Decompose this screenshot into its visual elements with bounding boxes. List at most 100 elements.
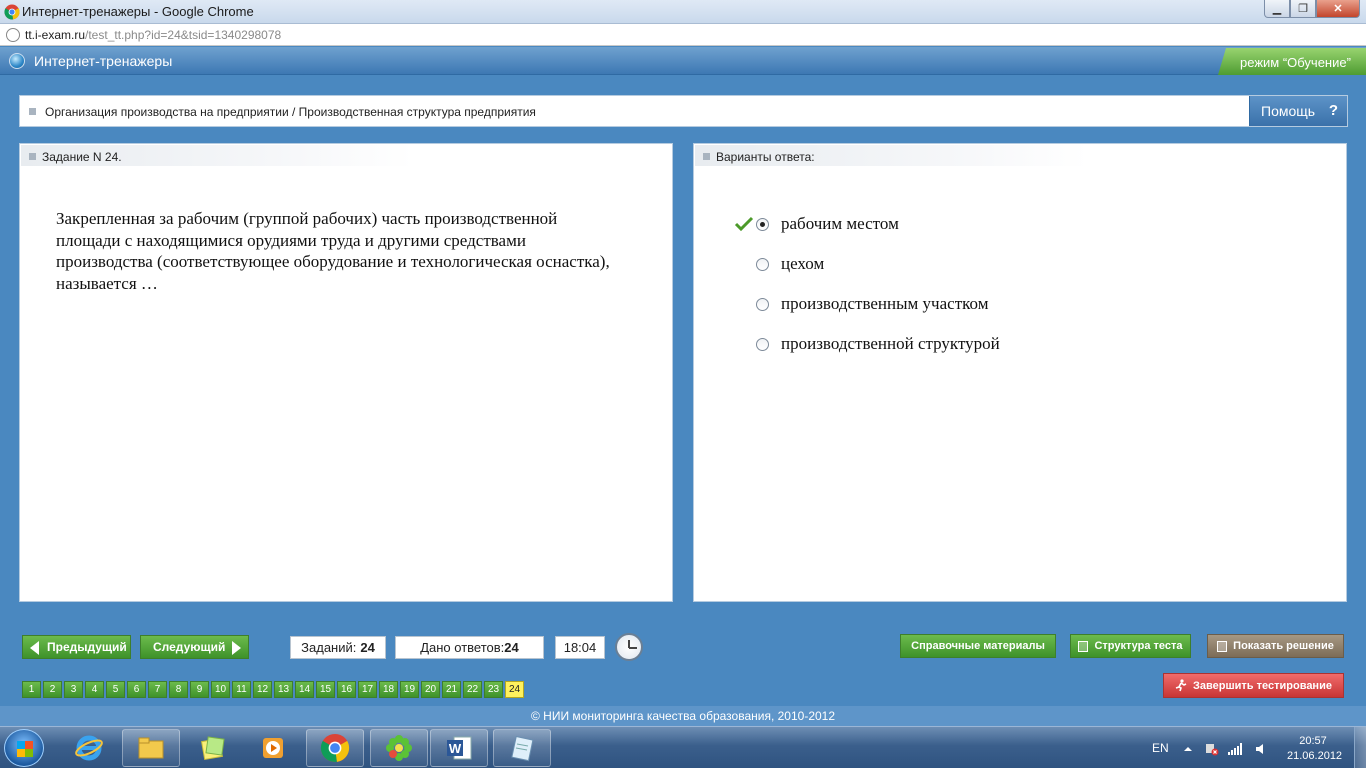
page-button[interactable]: 11 bbox=[232, 681, 251, 698]
page-button[interactable]: 19 bbox=[400, 681, 419, 698]
reference-label: Справочные материалы bbox=[911, 640, 1045, 652]
word-icon[interactable]: W bbox=[430, 729, 488, 767]
task-header: Задание N 24. bbox=[21, 145, 414, 166]
bullet-icon bbox=[29, 153, 36, 160]
page-button[interactable]: 9 bbox=[190, 681, 209, 698]
radio-button[interactable] bbox=[756, 337, 769, 351]
page-button[interactable]: 12 bbox=[253, 681, 272, 698]
reference-materials-button[interactable]: Справочные материалы bbox=[900, 634, 1056, 658]
minimize-button[interactable]: ▁ bbox=[1264, 0, 1290, 18]
help-label: Помощь bbox=[1261, 103, 1316, 119]
previous-button[interactable]: Предыдущий bbox=[22, 635, 131, 659]
icq-icon[interactable] bbox=[370, 729, 428, 767]
close-button[interactable]: ✕ bbox=[1316, 0, 1360, 18]
page-button[interactable]: 23 bbox=[484, 681, 503, 698]
footer-copyright: © НИИ мониторинга качества образования, … bbox=[0, 706, 1366, 726]
file-explorer-icon[interactable] bbox=[122, 729, 180, 767]
show-hidden-icons-icon[interactable] bbox=[1182, 742, 1194, 754]
language-indicator[interactable]: EN bbox=[1152, 741, 1169, 755]
bullet-icon bbox=[703, 153, 710, 160]
page-button[interactable]: 15 bbox=[316, 681, 335, 698]
notepad-icon[interactable] bbox=[493, 729, 551, 767]
volume-icon[interactable] bbox=[1255, 742, 1267, 754]
network-warning-icon[interactable] bbox=[1205, 742, 1219, 756]
page-button[interactable]: 10 bbox=[211, 681, 230, 698]
answer-label: цехом bbox=[781, 254, 825, 273]
page-button[interactable]: 14 bbox=[295, 681, 314, 698]
answer-label: производственной структурой bbox=[781, 334, 1000, 353]
page-button[interactable]: 17 bbox=[358, 681, 377, 698]
window-title: Интернет-тренажеры - Google Chrome bbox=[22, 4, 254, 19]
structure-label: Структура теста bbox=[1094, 640, 1183, 652]
answer-label: рабочим местом bbox=[781, 214, 899, 233]
page-button[interactable]: 5 bbox=[106, 681, 125, 698]
answer-option[interactable]: цехом bbox=[734, 244, 1000, 284]
answers-header-text: Варианты ответа: bbox=[716, 150, 815, 164]
arrow-right-icon bbox=[232, 641, 241, 655]
radio-button[interactable] bbox=[756, 217, 769, 231]
window-controls: ▁ ❐ ✕ bbox=[1264, 0, 1360, 18]
page-button[interactable]: 3 bbox=[64, 681, 83, 698]
page-button-current[interactable]: 24 bbox=[505, 681, 524, 698]
answers-panel: Варианты ответа: рабочим местом цехом пр… bbox=[693, 143, 1347, 602]
answer-option[interactable]: рабочим местом bbox=[734, 204, 1000, 244]
list-icon bbox=[1078, 640, 1089, 652]
radio-button[interactable] bbox=[756, 297, 769, 311]
answer-option[interactable]: производственной структурой bbox=[734, 324, 1000, 364]
help-button[interactable]: Помощь ? bbox=[1249, 96, 1347, 126]
tasks-label: Заданий: bbox=[301, 640, 357, 655]
page-button[interactable]: 4 bbox=[85, 681, 104, 698]
given-label: Дано ответов: bbox=[420, 640, 505, 655]
answers-given-count: Дано ответов: 24 bbox=[395, 636, 544, 659]
page-button[interactable]: 22 bbox=[463, 681, 482, 698]
book-icon bbox=[1217, 640, 1228, 652]
show-solution-button[interactable]: Показать решение bbox=[1207, 634, 1344, 658]
page-button[interactable]: 7 bbox=[148, 681, 167, 698]
page-button[interactable]: 2 bbox=[43, 681, 62, 698]
check-placeholder bbox=[734, 296, 756, 312]
show-desktop-button[interactable] bbox=[1354, 727, 1366, 768]
finish-test-button[interactable]: Завершить тестирование bbox=[1163, 673, 1344, 698]
radio-button[interactable] bbox=[756, 257, 769, 271]
page-button[interactable]: 20 bbox=[421, 681, 440, 698]
page-button[interactable]: 1 bbox=[22, 681, 41, 698]
page-button[interactable]: 18 bbox=[379, 681, 398, 698]
answer-option[interactable]: производственным участком bbox=[734, 284, 1000, 324]
page-button[interactable]: 21 bbox=[442, 681, 461, 698]
solution-label: Показать решение bbox=[1233, 640, 1334, 652]
url-text[interactable]: tt.i-exam.ru/test_tt.php?id=24&tsid=1340… bbox=[25, 28, 281, 42]
check-placeholder bbox=[734, 336, 756, 352]
answer-list: рабочим местом цехом производственным уч… bbox=[734, 204, 1000, 364]
os-taskbar: W EN 20:57 21.06.2012 bbox=[0, 726, 1366, 768]
page-button[interactable]: 13 bbox=[274, 681, 293, 698]
start-button[interactable] bbox=[4, 729, 44, 767]
timer: 18:04 bbox=[555, 636, 605, 659]
task-panel: Задание N 24. Закрепленная за рабочим (г… bbox=[19, 143, 673, 602]
test-structure-button[interactable]: Структура теста bbox=[1070, 634, 1191, 658]
address-bar[interactable]: tt.i-exam.ru/test_tt.php?id=24&tsid=1340… bbox=[0, 24, 1366, 46]
page-button[interactable]: 6 bbox=[127, 681, 146, 698]
app-title: Интернет-тренажеры bbox=[34, 53, 173, 69]
media-player-icon[interactable] bbox=[244, 729, 302, 767]
url-path: /test_tt.php?id=24&tsid=1340298078 bbox=[85, 28, 282, 42]
breadcrumb-text: Организация производства на предприятии … bbox=[45, 105, 536, 119]
internet-explorer-icon[interactable] bbox=[60, 729, 118, 767]
check-placeholder bbox=[734, 256, 756, 272]
sticky-notes-icon[interactable] bbox=[184, 729, 242, 767]
maximize-button[interactable]: ❐ bbox=[1290, 0, 1316, 18]
page-button[interactable]: 8 bbox=[169, 681, 188, 698]
signal-icon[interactable] bbox=[1228, 742, 1242, 755]
finish-label: Завершить тестирование bbox=[1193, 679, 1332, 692]
windows-logo-icon bbox=[17, 741, 33, 757]
app-logo-icon bbox=[9, 53, 25, 69]
page-icon bbox=[6, 28, 20, 42]
url-host: tt.i-exam.ru bbox=[25, 28, 86, 42]
question-text: Закрепленная за рабочим (группой рабочих… bbox=[56, 209, 610, 293]
bullet-icon bbox=[29, 108, 36, 115]
checkmark-icon bbox=[734, 216, 756, 232]
next-button[interactable]: Следующий bbox=[140, 635, 249, 659]
clock-time: 20:57 bbox=[1299, 735, 1327, 747]
chrome-taskbar-icon[interactable] bbox=[306, 729, 364, 767]
system-clock[interactable]: 20:57 21.06.2012 bbox=[1287, 734, 1342, 764]
page-button[interactable]: 16 bbox=[337, 681, 356, 698]
